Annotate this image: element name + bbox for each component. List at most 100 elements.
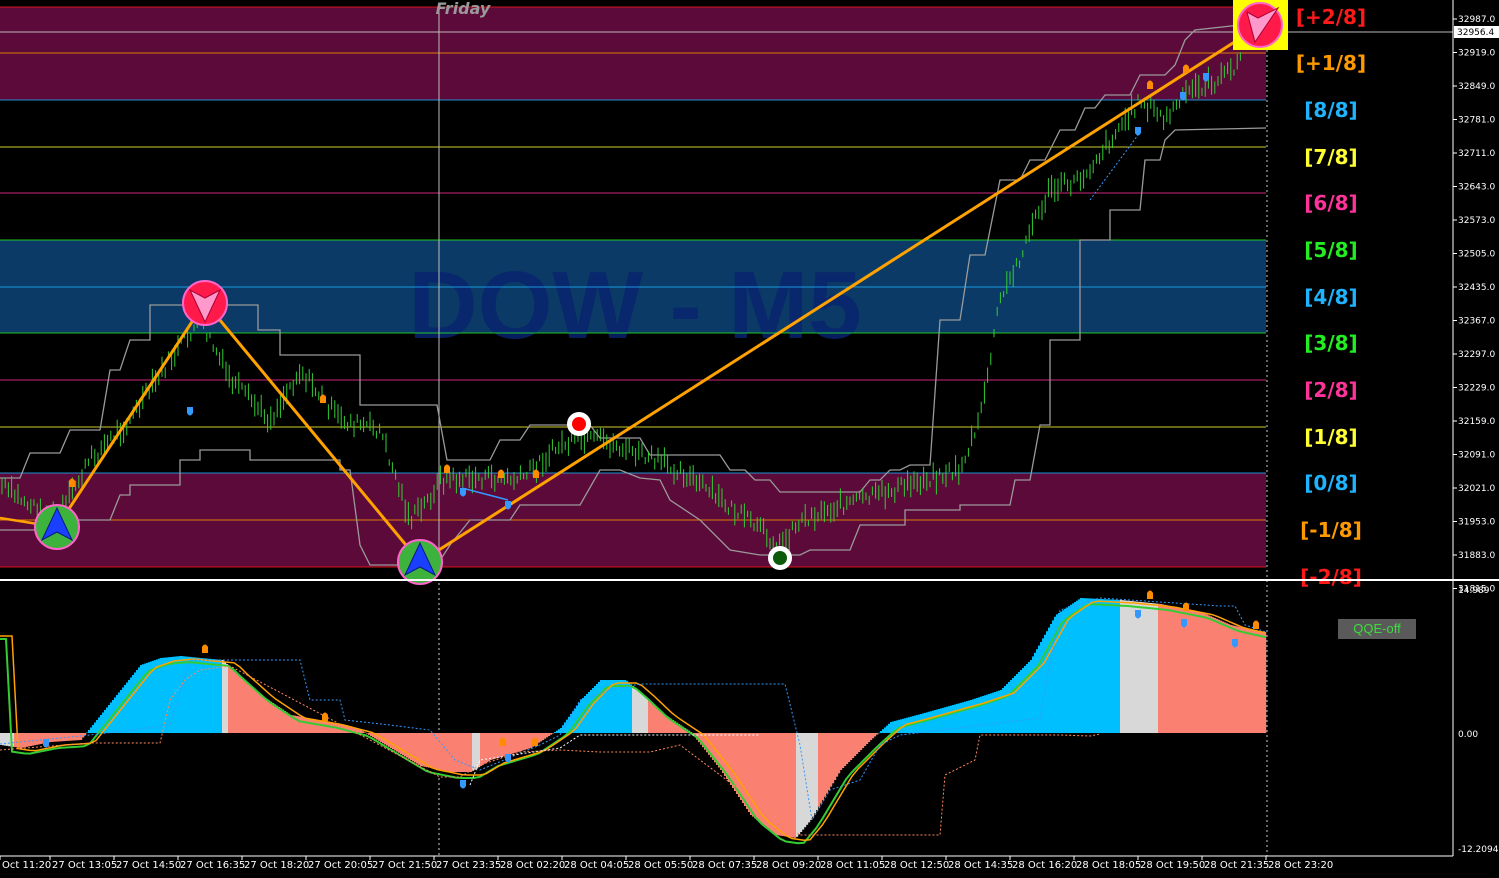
histogram-bar [80, 733, 83, 740]
histogram-bar [736, 733, 739, 794]
histogram-bar [594, 686, 597, 733]
histogram-bar [768, 733, 771, 830]
green-dot-marker[interactable] [768, 546, 792, 570]
histogram-bar [430, 733, 433, 768]
histogram-bar [550, 733, 553, 735]
time-tick: 28 Oct 09:20 [756, 860, 821, 871]
histogram-bar [398, 733, 401, 753]
histogram-bar [456, 733, 459, 772]
price-tick: 32091.0 [1458, 451, 1495, 461]
histogram-bar [958, 703, 961, 733]
time-tick: 27 Oct 14:50 [116, 860, 181, 871]
chart-canvas[interactable]: DOW - M5 Friday [+2/8][+1/8][8/8][7/8][6… [0, 0, 1499, 878]
histogram-bar [28, 733, 31, 747]
histogram-bar [494, 733, 497, 759]
histogram-bar [770, 733, 773, 831]
histogram-bar [540, 733, 543, 742]
histogram-bar [732, 733, 735, 788]
histogram-bar [228, 666, 231, 733]
histogram-bar [194, 657, 197, 733]
histogram-bar [1148, 602, 1151, 733]
histogram-bar [134, 672, 137, 733]
histogram-bar [278, 707, 281, 733]
histogram-bar [516, 733, 519, 753]
histogram-bar [298, 716, 301, 733]
histogram-bar [1208, 615, 1211, 733]
histogram-bar [446, 733, 449, 772]
histogram-bar [56, 733, 59, 742]
histogram-bar [1012, 678, 1015, 733]
histogram-bar [1002, 688, 1005, 733]
histogram-bar [170, 657, 173, 733]
histogram-bar [260, 695, 263, 733]
histogram-bar [1066, 607, 1069, 733]
level-label: [4/8] [1304, 285, 1357, 309]
histogram-bar [50, 733, 53, 742]
histogram-bar [254, 689, 257, 733]
histogram-bar [1028, 662, 1031, 733]
sell-signal-1[interactable] [182, 280, 228, 326]
histogram-bar [1092, 598, 1095, 733]
histogram-bar [1202, 612, 1205, 733]
histogram-bar [1016, 674, 1019, 733]
histogram-bar [738, 733, 741, 797]
histogram-bar [128, 680, 131, 733]
histogram-bar [926, 712, 929, 733]
buy-signal-1[interactable] [34, 504, 80, 550]
histogram-bar [24, 733, 27, 748]
qqe-toggle-button[interactable]: QQE-off [1338, 619, 1416, 639]
histogram-bar [452, 733, 455, 772]
histogram-bar [264, 697, 267, 733]
red-dot-marker[interactable] [567, 412, 591, 436]
histogram-bar [602, 680, 605, 733]
histogram-bar [862, 733, 865, 748]
histogram-bar [766, 733, 769, 828]
histogram-bar [22, 733, 25, 748]
histogram-bar [612, 680, 615, 733]
histogram-bar [514, 733, 517, 753]
qqe-fractal-up-marker [202, 644, 208, 653]
histogram-bar [1140, 602, 1143, 733]
histogram-bar [1222, 621, 1225, 733]
histogram-bar [1206, 614, 1209, 733]
histogram-bar [938, 708, 941, 733]
histogram-bar [512, 733, 515, 754]
histogram-bar [1138, 601, 1141, 733]
current-price-label: 32956.4 [1457, 28, 1494, 38]
histogram-bar [364, 732, 367, 733]
histogram-bar [266, 699, 269, 733]
qqe-fractal-up-marker [1147, 590, 1153, 599]
histogram-bar [846, 733, 849, 764]
histogram-bar [434, 733, 437, 769]
histogram-bar [1146, 602, 1149, 733]
histogram-bar [878, 732, 881, 734]
histogram-bar [794, 733, 797, 838]
histogram-bar [802, 733, 805, 830]
histogram-bar [790, 733, 793, 838]
histogram-bar [872, 733, 875, 739]
histogram-bar [1260, 631, 1263, 733]
fractal-up-marker [533, 469, 539, 478]
sell-signal-2[interactable] [1233, 0, 1288, 50]
histogram-bar [488, 733, 491, 762]
histogram-bar [884, 727, 887, 733]
buy-signal-2[interactable] [397, 539, 443, 585]
histogram-bar [208, 658, 211, 733]
histogram-bar [726, 733, 729, 779]
histogram-bar [1186, 609, 1189, 733]
histogram-bar [1038, 645, 1041, 733]
histogram-bar [1164, 604, 1167, 733]
price-tick: 32987.0 [1458, 15, 1495, 25]
histogram-bar [276, 705, 279, 733]
histogram-bar [636, 689, 639, 733]
histogram-bar [1144, 602, 1147, 733]
histogram-bar [222, 660, 225, 733]
histogram-bar [176, 656, 179, 733]
histogram-bar [316, 719, 319, 733]
histogram-bar [986, 694, 989, 733]
time-tick: 28 Oct 05:50 [628, 860, 693, 871]
histogram-bar [1210, 616, 1213, 733]
time-tick: 27 Oct 16:35 [180, 860, 245, 871]
histogram-bar [758, 733, 761, 822]
level-label: [-2/8] [1300, 565, 1362, 589]
